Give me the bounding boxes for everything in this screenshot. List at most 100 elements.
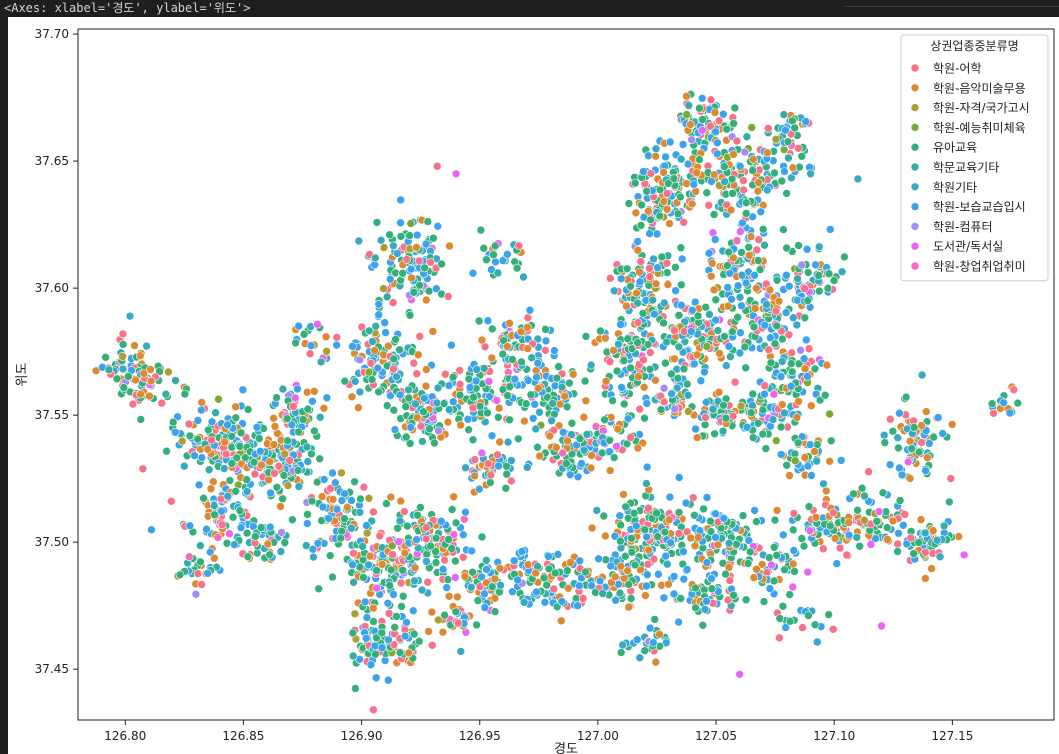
scatter-point <box>521 399 531 409</box>
scatter-point <box>747 123 757 132</box>
scatter-point <box>409 358 419 368</box>
scatter-point <box>400 548 410 558</box>
scatter-point <box>392 372 401 382</box>
scatter-point <box>136 351 145 361</box>
scatter-point <box>775 614 785 623</box>
scatter-point <box>282 414 292 423</box>
scatter-point <box>505 318 514 328</box>
scatter-point <box>1013 398 1023 408</box>
legend-label: 학원-예능취미체육 <box>933 121 1026 135</box>
scatter-point <box>401 432 411 442</box>
scatter-point <box>322 393 332 403</box>
y-tick-label: 37.50 <box>35 535 69 549</box>
scatter-point <box>336 533 346 543</box>
scatter-point <box>826 436 836 446</box>
scatter-point <box>906 533 916 543</box>
legend-label: 학원-창업취업취미 <box>933 260 1026 274</box>
scatter-point <box>411 399 420 409</box>
scatter-point <box>371 673 381 683</box>
scatter-point <box>235 506 245 515</box>
scatter-point <box>242 475 251 484</box>
scatter-point <box>677 254 687 264</box>
scatter-point <box>349 548 358 558</box>
scatter-point <box>285 456 295 465</box>
scatter-point <box>342 502 352 512</box>
scatter-point <box>118 329 128 339</box>
scatter-point <box>523 313 533 323</box>
scatter-point <box>265 550 275 560</box>
scatter-point <box>776 422 786 432</box>
scatter-point <box>276 547 286 556</box>
scatter-point <box>771 436 781 446</box>
scatter-point <box>438 627 448 637</box>
scatter-point <box>388 298 398 307</box>
scatter-point <box>709 210 719 219</box>
scatter-point <box>803 372 812 381</box>
scatter-point <box>914 447 924 457</box>
legend-marker <box>910 142 920 152</box>
scatter-point <box>392 612 401 621</box>
scatter-point <box>558 427 568 437</box>
scatter-point <box>468 435 478 445</box>
scatter-point <box>394 537 404 547</box>
scatter-point <box>760 389 769 399</box>
scatter-point <box>786 359 796 368</box>
scatter-point <box>619 490 628 499</box>
x-tick-label: 126.80 <box>104 729 146 743</box>
scatter-point <box>299 329 309 339</box>
scatter-point <box>676 154 686 164</box>
scatter-point <box>522 463 532 472</box>
scatter-point <box>142 341 151 351</box>
scatter-point <box>907 444 917 453</box>
scatter-point <box>392 249 402 258</box>
scatter-point <box>328 572 337 582</box>
scatter-point <box>451 518 461 528</box>
scatter-point <box>811 260 820 270</box>
scatter-point <box>642 479 651 488</box>
scatter-point <box>682 179 691 188</box>
scatter-point <box>785 471 794 480</box>
scatter-point <box>207 417 217 427</box>
scatter-point <box>431 533 441 543</box>
scatter-point <box>265 457 275 467</box>
scatter-point <box>308 396 317 406</box>
scatter-point <box>324 514 333 523</box>
scatter-point <box>131 375 140 385</box>
x-tick-label: 126.90 <box>341 729 383 743</box>
scatter-point <box>844 518 854 527</box>
scatter-point <box>640 413 649 423</box>
scatter-point <box>421 381 431 391</box>
scatter-point <box>549 584 559 594</box>
scatter-point <box>302 442 312 452</box>
scatter-point <box>748 389 758 399</box>
scatter-point <box>458 552 468 562</box>
scatter-point <box>616 274 626 284</box>
scatter-point <box>794 241 803 250</box>
scatter-point <box>916 515 926 524</box>
scatter-point <box>243 552 253 561</box>
scatter-point <box>626 363 635 373</box>
x-tick-label: 126.85 <box>222 729 264 743</box>
scatter-point <box>448 372 458 382</box>
scatter-point <box>897 470 907 480</box>
scatter-point <box>623 566 632 576</box>
scatter-point <box>360 597 370 607</box>
scatter-point <box>635 404 645 414</box>
scatter-point <box>517 357 526 367</box>
scatter-point <box>758 405 768 415</box>
scatter-point <box>389 590 398 599</box>
scatter-point <box>753 256 763 265</box>
scatter-point <box>727 174 737 184</box>
cell-divider <box>845 6 1059 7</box>
scatter-point <box>419 407 428 417</box>
scatter-point <box>652 229 662 239</box>
scatter-point <box>444 381 454 390</box>
scatter-point <box>372 583 382 593</box>
scatter-point <box>788 582 798 592</box>
scatter-point <box>472 620 481 630</box>
scatter-point <box>396 496 406 506</box>
scatter-point <box>476 225 486 235</box>
scatter-point <box>432 161 442 171</box>
scatter-point <box>853 505 862 515</box>
scatter-point <box>737 248 746 257</box>
